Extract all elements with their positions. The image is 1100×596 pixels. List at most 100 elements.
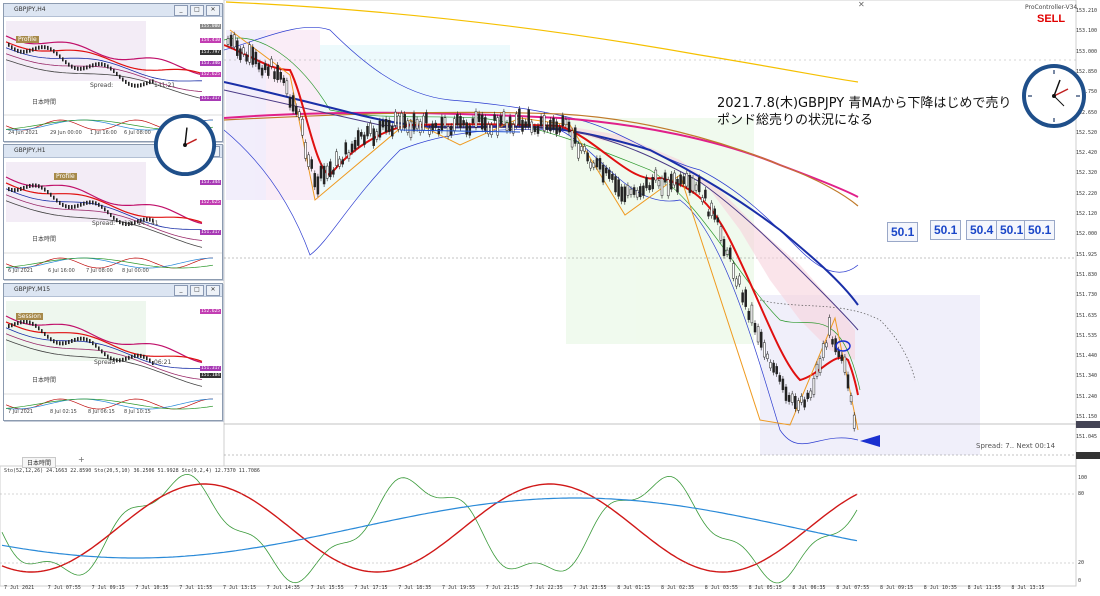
candle-body [260, 67, 264, 76]
mini-candle [32, 47, 34, 52]
tab-japan-time[interactable]: 日本時間 [22, 457, 57, 468]
oscillator-pane [0, 465, 1077, 587]
candle-body [546, 124, 549, 130]
candle-body [471, 118, 475, 124]
mini-candle [44, 331, 46, 336]
mini-candle [47, 45, 49, 50]
mini-candle [38, 184, 40, 189]
close-icon[interactable]: ✕ [206, 285, 220, 296]
candle-body [632, 187, 636, 195]
date-label: 8 Jul 10:15 [124, 409, 151, 415]
mini-candle [65, 60, 67, 65]
mini-candle [122, 77, 124, 82]
oscillator-tick-label: 80 [1078, 491, 1085, 497]
mini-candle [50, 47, 52, 52]
time-tick-label: 7 Jul 19:55 [442, 585, 476, 591]
time-tick-label: 7 Jul 10:35 [135, 585, 169, 591]
minimize-icon[interactable]: _ [174, 5, 188, 16]
mini-candle [131, 354, 133, 359]
mini-candle [95, 62, 97, 67]
candle-body [573, 127, 577, 144]
mini-candle [119, 358, 121, 363]
add-tab-icon[interactable]: + [78, 455, 85, 464]
mini-candle [77, 337, 79, 342]
mini-candle [140, 353, 142, 358]
time-tick-label: 7 Jul 09:15 [91, 585, 125, 591]
mini-candle [92, 200, 94, 205]
candle-body [756, 326, 760, 343]
window-titlebar[interactable]: GBPJPY,H4 _ □ ✕ [4, 4, 222, 17]
close-icon[interactable]: ✕ [206, 5, 220, 16]
mini-candle [26, 184, 28, 189]
candle-body [363, 134, 366, 145]
date-label: 1 Jul 16:00 [90, 130, 117, 136]
candle-body [787, 395, 791, 402]
close-chart-icon[interactable]: ✕ [858, 0, 865, 9]
mini-candle [56, 340, 58, 345]
candle-body [800, 395, 803, 403]
candle-body [620, 186, 623, 202]
tab-japan-time[interactable]: 日本時間 [32, 97, 56, 106]
tab-japan-time[interactable]: 日本時間 [32, 375, 56, 384]
candle-body [608, 169, 611, 179]
candle-body [806, 392, 809, 400]
candle-body [462, 120, 465, 126]
oscillator-header: Sto(52,12,26) 24.1663 22.8590 Sto(20,5,1… [4, 468, 260, 474]
time-tick-label: 7 Jul 21:15 [485, 585, 519, 591]
chart-window-m15[interactable]: GBPJPY,M15 _ □ ✕ Session Spread 06:21 日本… [3, 283, 223, 421]
candle-body [821, 343, 825, 358]
mini-candle [149, 358, 151, 363]
date-label: 8 Jul 06:15 [88, 409, 115, 415]
candle-body [319, 165, 323, 179]
candle-body [338, 158, 341, 167]
mini-candle [59, 54, 61, 59]
candle-body [794, 396, 797, 409]
time-tick-label: 7 Jul 13:15 [223, 585, 257, 591]
date-label: 24 Jun 2021 [8, 130, 39, 136]
maximize-icon[interactable]: □ [190, 285, 204, 296]
maximize-icon[interactable]: □ [190, 5, 204, 16]
price-tick: 153.344 [200, 180, 221, 185]
candle-body [781, 378, 785, 391]
price-tick-label: 152.000 [1076, 231, 1098, 238]
candle-body [257, 62, 261, 70]
candle-body [688, 175, 692, 193]
candle-body [639, 186, 642, 198]
candle-body [716, 217, 720, 223]
mini-candle [32, 321, 34, 326]
candle-body [397, 115, 400, 130]
rsi-badge: 50.1 [930, 220, 962, 240]
candle-body [542, 115, 546, 132]
window-titlebar[interactable]: GBPJPY,M15 _ □ ✕ [4, 284, 222, 297]
time-tick-label: 8 Jul 06:35 [792, 585, 826, 591]
candle-body [611, 174, 614, 180]
price-tick-label: 151.440 [1076, 353, 1098, 360]
mini-candle [128, 81, 130, 86]
candle-body [369, 122, 372, 134]
mini-candle [17, 321, 19, 326]
candle-body [465, 122, 468, 135]
mini-candle [83, 66, 85, 71]
mini-candle [38, 45, 40, 50]
candle-body [490, 124, 493, 136]
price-tick-label: 152.120 [1076, 211, 1098, 217]
price-tick: 154.410 [200, 38, 221, 43]
spread-label: Spread [94, 359, 116, 366]
price-tick-label: 152.320 [1076, 170, 1098, 177]
candle-body [381, 120, 385, 128]
minimize-icon[interactable]: _ [174, 285, 188, 296]
time-remaining: 141:21 [154, 82, 176, 89]
candle-body [440, 116, 444, 131]
window-title: GBPJPY,M15 [14, 286, 51, 293]
analog-clock-icon [153, 113, 217, 177]
mini-candle [116, 218, 118, 223]
candle-body [437, 129, 441, 135]
date-label: 6 Jul 2021 [8, 268, 34, 274]
mini-candle [74, 65, 76, 70]
tab-japan-time[interactable]: 日本時間 [32, 234, 56, 243]
mini-candle [119, 220, 121, 225]
price-tick-label: 151.535 [1076, 332, 1098, 339]
mini-candle [20, 49, 22, 54]
candle-body [654, 169, 658, 181]
mini-candle [23, 185, 25, 190]
